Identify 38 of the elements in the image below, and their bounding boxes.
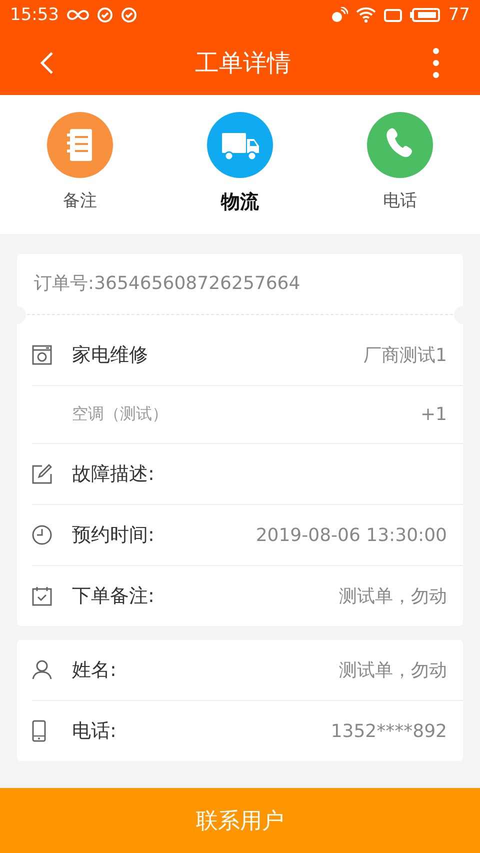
notebook-icon [46, 111, 114, 179]
tab[interactable]: 物流 [206, 111, 274, 215]
field-value: +1 [420, 404, 447, 425]
field-label: 空调（测试） [72, 404, 168, 425]
calendar-check-icon [32, 586, 52, 606]
field-label: 预约时间: [72, 523, 154, 548]
more-icon[interactable] [432, 46, 440, 78]
tab[interactable]: 电话 [366, 111, 434, 215]
clock-icon [32, 525, 52, 545]
field-label: 姓名: [72, 658, 116, 683]
mobile-phone-icon [32, 720, 46, 742]
page-title: 工单详情 [195, 48, 291, 78]
field-label: 电话: [72, 719, 116, 744]
person-icon [32, 660, 52, 680]
check-circle-icon [97, 7, 113, 23]
infinity-icon [67, 9, 89, 21]
check-circle-icon [121, 7, 137, 23]
field-label: 故障描述: [72, 462, 154, 487]
wifi-icon [356, 7, 376, 23]
field-value: 厂商测试1 [364, 344, 447, 367]
screen-icon [384, 8, 402, 22]
field-value: 2019-08-06 13:30:00 [256, 524, 447, 546]
field-value: 测试单，勿动 [339, 585, 447, 608]
signal-icon [330, 7, 348, 23]
battery-level: 77 [448, 5, 470, 25]
truck-icon [206, 111, 274, 179]
field-label: 下单备注: [72, 584, 154, 609]
back-icon[interactable] [40, 50, 54, 74]
field-label: 家电维修 [72, 343, 148, 368]
tab[interactable]: 备注 [46, 111, 114, 215]
edit-icon [32, 464, 52, 484]
status-time: 15:53 [10, 5, 59, 25]
field-value: 1352****892 [330, 720, 447, 742]
washer-icon [32, 345, 52, 365]
field-value: 测试单，勿动 [339, 659, 447, 682]
battery-icon [410, 8, 440, 22]
phone-handset-icon [366, 111, 434, 179]
order-number: 订单号:365465608726257664 [33, 272, 302, 296]
